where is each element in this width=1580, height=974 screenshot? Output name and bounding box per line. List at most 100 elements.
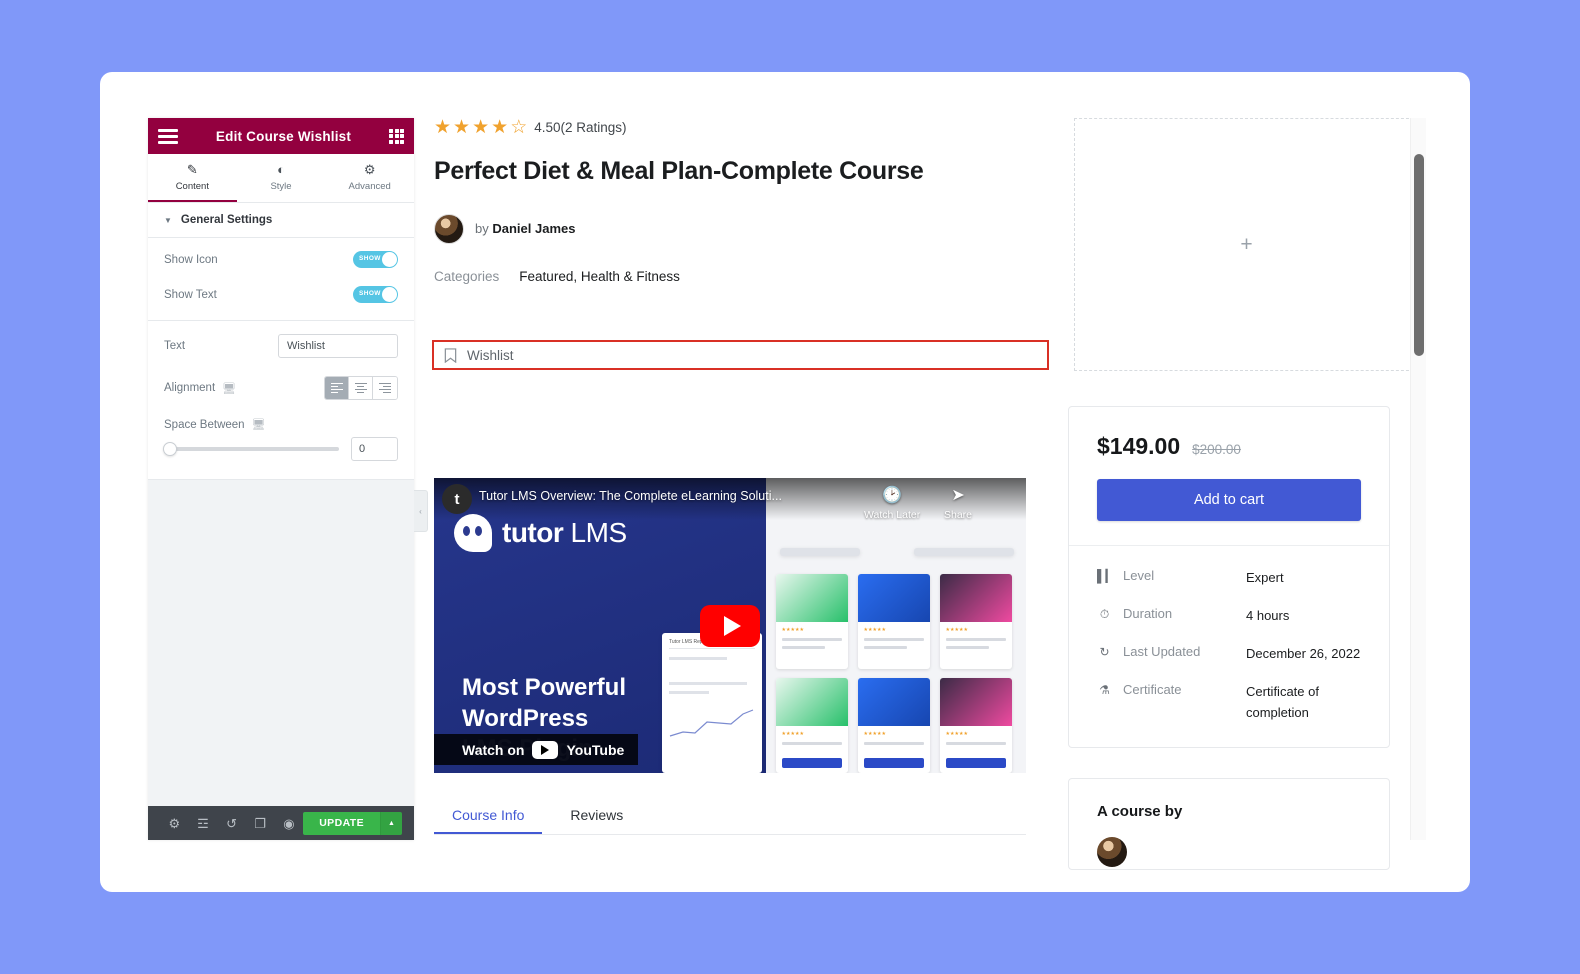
tab-style[interactable]: ◐ Style	[237, 154, 326, 202]
tab-advanced-label: Advanced	[348, 181, 391, 192]
update-options-arrow-icon[interactable]: ▲	[380, 811, 402, 835]
refresh-icon: ↻	[1099, 645, 1110, 660]
navigator-layers-icon[interactable]: ☲	[189, 817, 218, 830]
hamburger-icon[interactable]	[158, 128, 178, 144]
tutor-mascot-icon	[454, 514, 492, 552]
panel-body: ▼ General Settings Show Icon SHOW Show T…	[148, 203, 414, 806]
watch-on-label: Watch on	[462, 741, 525, 758]
original-price: $200.00	[1192, 442, 1241, 457]
instructor-avatar	[1097, 837, 1127, 867]
desktop-icon[interactable]: 🖥	[222, 382, 236, 395]
meta-value: Expert	[1246, 570, 1284, 585]
play-button-icon[interactable]	[700, 604, 760, 647]
preview-scrollbar[interactable]	[1410, 118, 1426, 840]
show-icon-toggle-text: SHOW	[359, 255, 381, 262]
watch-on-youtube-button[interactable]: Watch on YouTube	[434, 734, 639, 765]
update-button-group: UPDATE ▲	[303, 811, 402, 835]
browser-page-frame: Edit Course Wishlist ✎ Content ◐ Style ⚙…	[100, 72, 1470, 892]
add-to-cart-button[interactable]: Add to cart	[1097, 479, 1361, 521]
mock-line	[863, 742, 924, 745]
settings-icon[interactable]: ⚙	[160, 817, 189, 830]
tutor-brand-text: tutor LMS	[502, 517, 627, 548]
youtube-logo-icon	[532, 740, 559, 759]
mock-chart	[669, 709, 754, 737]
show-icon-toggle[interactable]: SHOW	[353, 251, 398, 268]
channel-avatar[interactable]: t	[442, 484, 472, 514]
mock-line	[669, 691, 709, 694]
wishlist-label: Wishlist	[467, 347, 514, 363]
author-name[interactable]: Daniel James	[492, 221, 575, 236]
section-general-settings-label: General Settings	[180, 214, 273, 226]
scrollbar-thumb[interactable]	[1414, 154, 1424, 356]
bookmark-icon	[444, 347, 457, 363]
mock-line	[945, 638, 1006, 641]
pencil-icon: ✎	[186, 162, 198, 177]
course-wishlist-widget[interactable]: Wishlist	[432, 340, 1049, 370]
certificate-badge-icon: ⚗	[1099, 683, 1110, 698]
show-text-toggle[interactable]: SHOW	[353, 286, 398, 303]
desktop-icon[interactable]: 🖥	[252, 418, 266, 431]
categories-value[interactable]: Featured, Health & Fitness	[519, 269, 680, 284]
meta-value: 4 hours	[1246, 608, 1290, 624]
toggle-knob	[382, 287, 397, 302]
mock-thumb	[775, 574, 848, 622]
tab-course-info[interactable]: Course Info	[434, 798, 543, 834]
text-label: Text	[164, 340, 186, 352]
space-between-slider[interactable]	[163, 442, 339, 456]
align-left-button[interactable]	[325, 377, 349, 399]
mock-line	[669, 682, 747, 685]
control-alignment: Alignment 🖥	[164, 367, 398, 409]
mock-line	[945, 646, 989, 649]
grid-apps-icon[interactable]	[389, 128, 404, 144]
mock-line	[669, 657, 727, 660]
mock-thumb	[775, 678, 848, 726]
mock-thumb	[939, 574, 1012, 622]
align-center-button[interactable]	[349, 377, 373, 399]
mock-stars: ★★★★★	[945, 627, 968, 633]
share-button[interactable]: ➤ Share	[944, 488, 972, 522]
space-between-value-input[interactable]	[351, 437, 398, 461]
empty-widget-dropzone[interactable]: +	[1074, 118, 1419, 371]
mock-line	[863, 638, 924, 641]
plus-icon[interactable]: +	[1240, 233, 1252, 257]
course-video-player[interactable]: ★★★★★ ★★★★★ ★★★★★ ★★★★★ ★★★★★ ★★★★★ Tuto…	[434, 478, 1026, 773]
watch-later-button[interactable]: 🕑 Watch Later	[864, 488, 920, 522]
update-button[interactable]: UPDATE	[303, 811, 380, 835]
tab-content-label: Content	[175, 181, 209, 192]
tab-reviews[interactable]: Reviews	[552, 798, 641, 834]
rating-row: ★ ★ ★ ★ ☆ 4.50(2 Ratings)	[434, 118, 1034, 137]
mock-course-card: ★★★★★	[939, 574, 1012, 669]
mock-course-card: ★★★★★	[857, 678, 930, 773]
panel-title: Edit Course Wishlist	[215, 128, 352, 144]
alignment-label: Alignment 🖥	[164, 382, 237, 395]
rating-text: 4.50(2 Ratings)	[534, 120, 627, 135]
mock-bar	[779, 548, 860, 556]
text-input[interactable]	[278, 334, 398, 358]
star-half-icon: ☆	[510, 117, 528, 138]
section-general-settings[interactable]: ▼ General Settings	[148, 203, 414, 238]
slider-handle[interactable]	[163, 442, 177, 456]
tab-style-label: Style	[270, 181, 292, 192]
gear-icon: ⚙	[363, 162, 376, 177]
chevron-down-icon: ▼	[164, 215, 172, 225]
panel-header: Edit Course Wishlist	[148, 118, 414, 154]
preview-eye-icon[interactable]: ◉	[275, 817, 304, 830]
tab-content[interactable]: ✎ Content	[148, 154, 237, 202]
categories-row: Categories Featured, Health & Fitness	[434, 269, 1034, 284]
show-icon-label: Show Icon	[164, 253, 218, 266]
meta-value: Certificate of completion	[1246, 684, 1319, 720]
toggle-knob	[382, 252, 397, 267]
clock-icon: ⏱	[1099, 607, 1110, 622]
tab-advanced[interactable]: ⚙ Advanced	[325, 154, 414, 202]
mock-stars: ★★★★★	[863, 627, 886, 633]
mock-line	[945, 742, 1006, 745]
youtube-label: YouTube	[566, 741, 625, 758]
history-icon[interactable]: ↺	[217, 817, 246, 830]
responsive-mode-icon[interactable]: ❐	[246, 817, 275, 830]
video-title[interactable]: Tutor LMS Overview: The Complete eLearni…	[479, 489, 859, 503]
panel-collapse-arrow-icon[interactable]: ‹	[414, 490, 428, 532]
mock-line	[781, 646, 825, 649]
author-text: by Daniel James	[475, 221, 575, 236]
align-right-button[interactable]	[373, 377, 397, 399]
categories-label: Categories	[434, 268, 500, 284]
